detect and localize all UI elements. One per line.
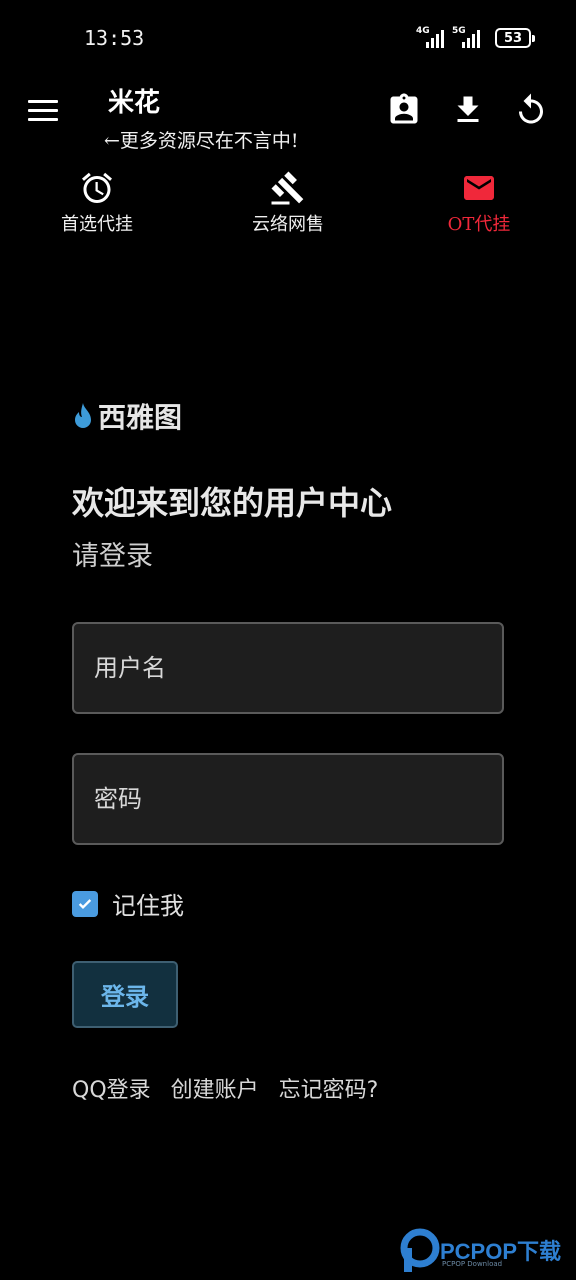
signal-5g-icon: 5G [452, 26, 486, 48]
brand-name: 西雅图 [98, 401, 183, 434]
mail-icon [464, 176, 494, 200]
tab-label: OT代挂 [447, 214, 511, 235]
tab-label: 云络网售 [252, 214, 324, 235]
status-time: 13:53 [84, 26, 145, 50]
app-subtitle: ←更多资源尽在不言中! [104, 130, 299, 152]
tab-preferred[interactable]: 首选代挂 [32, 168, 162, 238]
remember-label: 记住我 [112, 892, 184, 920]
alarm-clock-icon [82, 172, 112, 203]
tab-label: 首选代挂 [61, 214, 133, 235]
pcpop-logo-icon [400, 1228, 440, 1272]
auth-links: QQ登录 创建账户 忘记密码? [72, 1072, 378, 1104]
username-field [72, 622, 504, 714]
flame-icon [75, 403, 91, 428]
watermark: PCPOP下载 PCPOP Download [398, 1226, 576, 1276]
download-icon[interactable] [450, 92, 486, 128]
signal-4g-icon: 4G [416, 26, 450, 48]
create-account-link[interactable]: 创建账户 [171, 1072, 259, 1104]
menu-icon[interactable] [28, 100, 62, 126]
brand: 西雅图 [72, 396, 182, 436]
login-prompt: 请登录 [72, 541, 153, 572]
contact-card-icon[interactable] [386, 92, 422, 128]
tab-online-sale[interactable]: 云络网售 [223, 168, 353, 238]
password-field [72, 753, 504, 845]
gavel-icon [271, 171, 304, 205]
login-button[interactable]: 登录 [72, 961, 178, 1028]
qq-login-link[interactable]: QQ登录 [72, 1072, 151, 1104]
tab-bar: 首选代挂 云络网售 OT代挂 [0, 168, 576, 240]
watermark-subtext: PCPOP Download [442, 1260, 503, 1268]
refresh-icon[interactable] [513, 92, 549, 128]
remember-me[interactable]: 记住我 [72, 886, 184, 921]
password-input[interactable] [74, 755, 502, 843]
app-bar: 米花 ←更多资源尽在不言中! [0, 70, 576, 160]
checkmark-icon [78, 898, 92, 909]
status-bar: 13:53 4G 5G 53 [0, 0, 576, 70]
battery-level: 53 [503, 30, 523, 46]
welcome-heading: 欢迎来到您的用户中心 [72, 484, 393, 522]
username-input[interactable] [74, 624, 502, 712]
battery-icon: 53 [495, 28, 535, 48]
tab-ot[interactable]: OT代挂 [414, 168, 544, 238]
app-title: 米花 [108, 88, 161, 118]
remember-checkbox[interactable] [72, 890, 98, 917]
forgot-password-link[interactable]: 忘记密码? [279, 1072, 379, 1104]
